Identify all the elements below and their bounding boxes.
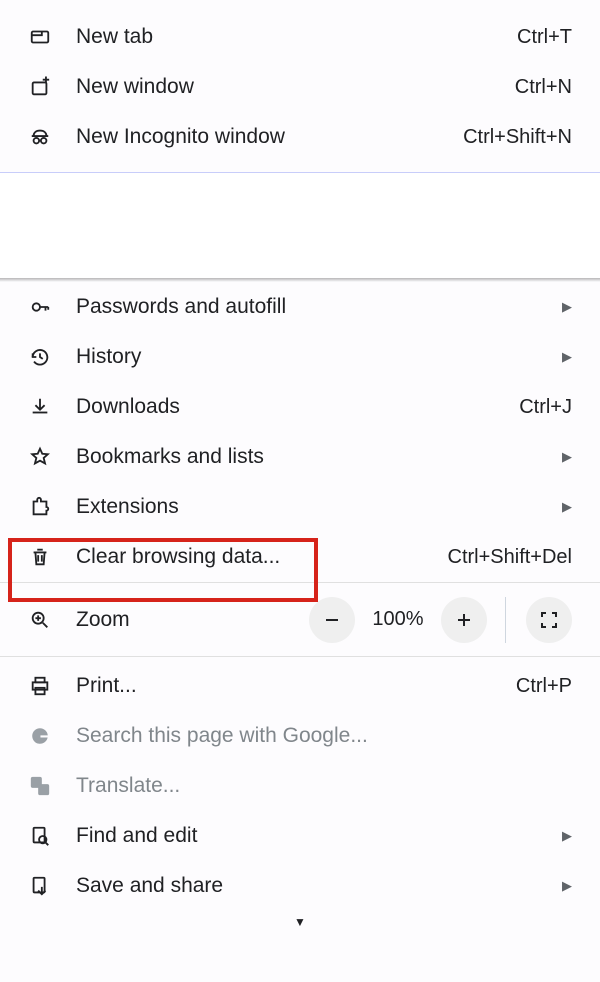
puzzle-icon — [28, 495, 52, 519]
menu-item-clear-browsing-data[interactable]: Clear browsing data... Ctrl+Shift+Del — [0, 532, 600, 582]
submenu-arrow-icon: ▶ — [556, 349, 572, 365]
menu-label: Bookmarks and lists — [76, 445, 544, 469]
menu-label: Extensions — [76, 495, 544, 519]
submenu-arrow-icon: ▶ — [556, 449, 572, 465]
menu-label: New Incognito window — [76, 125, 451, 149]
menu-item-print[interactable]: Print... Ctrl+P — [0, 661, 600, 711]
overflow-indicator-icon: ▼ — [0, 911, 600, 929]
menu-item-new-incognito[interactable]: New Incognito window Ctrl+Shift+N — [0, 112, 600, 162]
menu-item-new-tab[interactable]: New tab Ctrl+T — [0, 12, 600, 62]
fullscreen-button[interactable] — [526, 597, 572, 643]
menu-item-downloads[interactable]: Downloads Ctrl+J — [0, 382, 600, 432]
menu-label: Translate... — [76, 774, 572, 798]
menu-item-save-and-share[interactable]: Save and share ▶ — [0, 861, 600, 911]
zoom-value: 100% — [369, 608, 427, 631]
menu-item-search-google[interactable]: Search this page with Google... — [0, 711, 600, 761]
menu-shortcut: Ctrl+Shift+Del — [448, 546, 573, 569]
save-share-icon — [28, 874, 52, 898]
zoom-in-button[interactable] — [441, 597, 487, 643]
download-icon — [28, 395, 52, 419]
menu-section-new: New tab Ctrl+T New window Ctrl+N New Inc… — [0, 0, 600, 172]
submenu-arrow-icon: ▶ — [556, 828, 572, 844]
star-icon — [28, 445, 52, 469]
trash-icon — [28, 545, 52, 569]
menu-item-passwords[interactable]: Passwords and autofill ▶ — [0, 282, 600, 332]
menu-shortcut: Ctrl+N — [515, 76, 572, 99]
menu-item-history[interactable]: History ▶ — [0, 332, 600, 382]
tab-icon — [28, 25, 52, 49]
zoom-row: Zoom 100% — [0, 582, 600, 656]
find-icon — [28, 824, 52, 848]
google-icon — [28, 724, 52, 748]
menu-label: Passwords and autofill — [76, 295, 544, 319]
menu-item-translate[interactable]: Translate... — [0, 761, 600, 811]
zoom-separator — [505, 597, 506, 643]
menu-label: New window — [76, 75, 503, 99]
menu-shortcut: Ctrl+J — [519, 396, 572, 419]
menu-label: Print... — [76, 674, 504, 698]
menu-shortcut: Ctrl+P — [516, 675, 572, 698]
menu-shortcut: Ctrl+T — [517, 26, 572, 49]
submenu-arrow-icon: ▶ — [556, 499, 572, 515]
menu-shortcut: Ctrl+Shift+N — [463, 126, 572, 149]
submenu-arrow-icon: ▶ — [556, 299, 572, 315]
incognito-icon — [28, 125, 52, 149]
menu-label: History — [76, 345, 544, 369]
zoom-label: Zoom — [76, 608, 309, 632]
menu-item-extensions[interactable]: Extensions ▶ — [0, 482, 600, 532]
menu-item-bookmarks[interactable]: Bookmarks and lists ▶ — [0, 432, 600, 482]
menu-item-find-and-edit[interactable]: Find and edit ▶ — [0, 811, 600, 861]
menu-label: Downloads — [76, 395, 507, 419]
translate-icon — [28, 774, 52, 798]
submenu-arrow-icon: ▶ — [556, 878, 572, 894]
print-icon — [28, 674, 52, 698]
menu-label: Find and edit — [76, 824, 544, 848]
new-window-icon — [28, 75, 52, 99]
history-icon — [28, 345, 52, 369]
menu-item-new-window[interactable]: New window Ctrl+N — [0, 62, 600, 112]
menu-label: Search this page with Google... — [76, 724, 572, 748]
menu-label: Save and share — [76, 874, 544, 898]
menu-label: Clear browsing data... — [76, 545, 436, 569]
key-icon — [28, 295, 52, 319]
menu-section-page: Print... Ctrl+P Search this page with Go… — [0, 656, 600, 911]
zoom-icon — [28, 608, 52, 632]
menu-label: New tab — [76, 25, 505, 49]
zoom-controls: 100% — [309, 597, 572, 643]
menu-section-tools: Passwords and autofill ▶ History ▶ Downl… — [0, 282, 600, 582]
blank-gap — [0, 173, 600, 278]
zoom-out-button[interactable] — [309, 597, 355, 643]
